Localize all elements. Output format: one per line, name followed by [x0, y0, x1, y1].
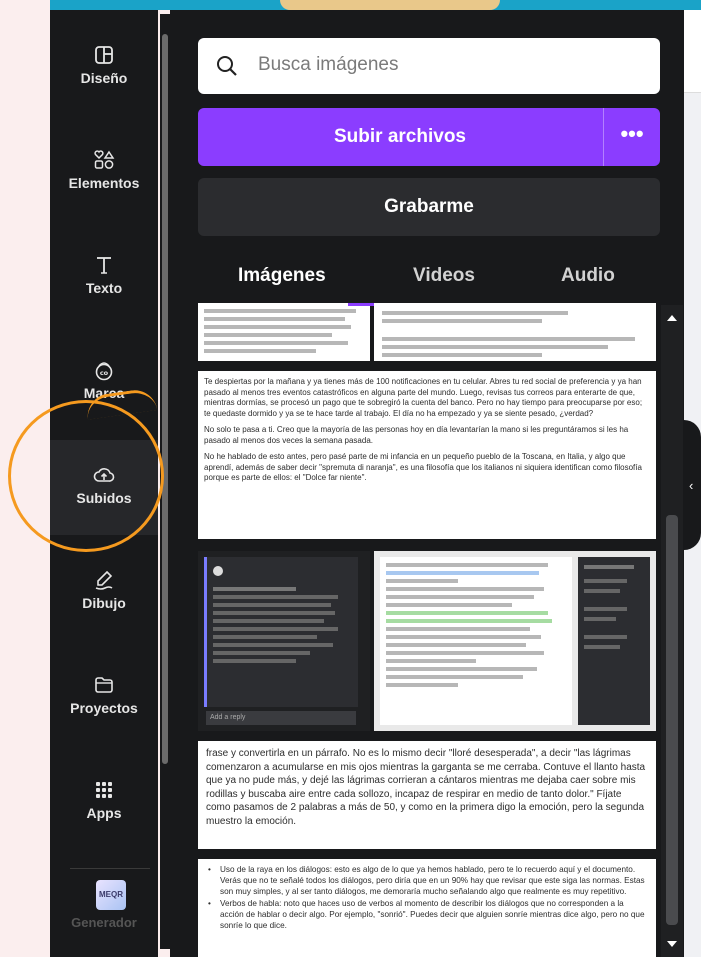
generator-app-label[interactable]: Generador: [54, 915, 154, 930]
doc-paragraph: frase y convertirla en un párrafo. No es…: [206, 748, 646, 827]
sidebar-divider: [70, 868, 150, 869]
doc-bullet: • Verbos de habla: noto que haces uso de …: [208, 899, 648, 931]
sidebar-item-dibujo[interactable]: Dibujo: [50, 545, 158, 640]
doc-bullet-text: Uso de la raya en los diálogos: esto es …: [220, 865, 645, 896]
collapse-panel-button[interactable]: ‹: [684, 420, 701, 550]
upload-files-label: Subir archivos: [334, 126, 466, 147]
uploads-panel: Busca imágenes Subir archivos ••• Grabar…: [170, 10, 684, 957]
canvas-toolbar-edge: [684, 10, 701, 93]
sidebar-item-label: Elementos: [68, 175, 140, 191]
content-scrollbar[interactable]: [661, 305, 683, 957]
apps-grid-icon: [96, 782, 112, 798]
chevron-left-icon: ‹: [689, 478, 694, 493]
doc-paragraph: No solo te pasa a ti. Creo que la mayorí…: [204, 425, 629, 445]
generator-app-icon[interactable]: MEQR: [96, 880, 126, 910]
sidebar-item-label: Diseño: [80, 70, 128, 86]
comments-pane: [578, 557, 650, 725]
tab-videos[interactable]: Videos: [413, 265, 475, 287]
top-glow: [280, 0, 500, 10]
document-page: [380, 557, 572, 725]
folder-icon: [95, 677, 113, 693]
top-accent-bar: [50, 0, 701, 10]
uploaded-document-thumb[interactable]: • Uso de la raya en los diálogos: esto es…: [198, 859, 656, 957]
sidebar-item-texto[interactable]: Texto: [50, 230, 158, 325]
search-input[interactable]: Busca imágenes: [198, 38, 660, 94]
layout-icon: [95, 46, 113, 64]
sidebar-item-label: Texto: [85, 280, 123, 296]
scroll-up-icon[interactable]: [667, 315, 677, 321]
uploaded-comment-screenshot[interactable]: Add a reply: [198, 551, 370, 731]
record-yourself-button[interactable]: Grabarme: [198, 178, 660, 236]
doc-paragraph: No he hablado de esto antes, pero pasé p…: [204, 452, 642, 482]
selection-indicator: [348, 303, 376, 306]
search-icon: [217, 56, 237, 76]
uploaded-document-thumb[interactable]: frase y convertirla en un párrafo. No es…: [198, 741, 656, 849]
uploaded-document-thumb[interactable]: Te despiertas por la mañana y ya tienes …: [198, 371, 656, 539]
more-options-button[interactable]: •••: [603, 108, 660, 166]
sidebar-scroll-thumb[interactable]: [162, 34, 168, 764]
sidebar-item-diseno[interactable]: Diseño: [50, 20, 158, 115]
comment-bubble: [204, 557, 358, 707]
highlight-circle-annotation: [8, 400, 164, 552]
scroll-down-icon[interactable]: [667, 941, 677, 947]
text-icon: [97, 257, 111, 274]
shapes-icon: [94, 150, 115, 169]
brand-icon: co: [95, 362, 113, 381]
doc-bullet: • Uso de la raya en los diálogos: esto es…: [208, 865, 648, 897]
doc-paragraph: Te despiertas por la mañana y ya tienes …: [204, 377, 643, 418]
bullet-dot: •: [208, 899, 211, 909]
tab-audio[interactable]: Audio: [561, 265, 615, 287]
uploaded-image-thumb[interactable]: [374, 303, 656, 361]
sidebar-item-label: Proyectos: [70, 700, 138, 716]
reply-input: Add a reply: [206, 711, 356, 725]
sidebar-item-label: Dibujo: [82, 595, 126, 611]
upload-files-button[interactable]: Subir archivos •••: [198, 108, 660, 166]
sidebar-item-apps[interactable]: Apps: [50, 755, 158, 850]
tab-imagenes[interactable]: Imágenes: [238, 265, 326, 287]
doc-bullet-text: Verbos de habla: noto que haces uso de v…: [220, 899, 645, 930]
bullet-dot: •: [208, 865, 211, 874]
svg-text:co: co: [100, 369, 109, 377]
uploads-grid: Te despiertas por la mañana y ya tienes …: [198, 303, 656, 957]
uploaded-image-thumb[interactable]: [198, 303, 370, 361]
sidebar-item-proyectos[interactable]: Proyectos: [50, 650, 158, 745]
search-placeholder: Busca imágenes: [258, 54, 399, 75]
draw-icon: [95, 570, 113, 590]
content-scroll-thumb[interactable]: [666, 515, 678, 925]
uploaded-document-screenshot[interactable]: [374, 551, 656, 731]
avatar: [213, 566, 223, 576]
sidebar-item-label: Apps: [86, 805, 122, 821]
sidebar-item-elementos[interactable]: Elementos: [50, 125, 158, 220]
